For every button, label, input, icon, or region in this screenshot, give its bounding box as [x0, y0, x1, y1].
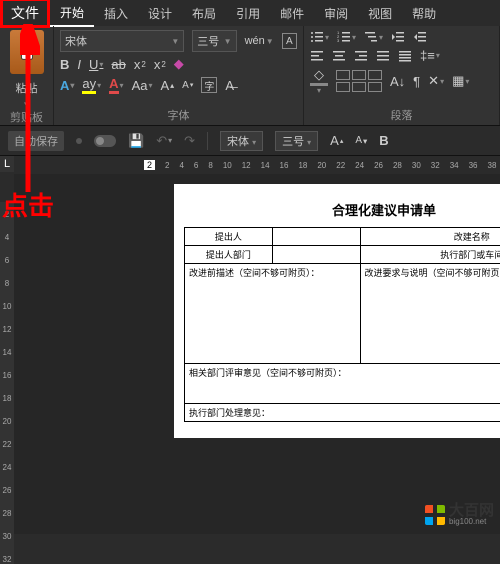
v-ruler-ticks: 2468101214161820222426283032	[0, 202, 14, 564]
paste-caret-icon[interactable]: ▼	[23, 100, 31, 109]
menu-file[interactable]: 文件	[0, 0, 50, 28]
align-left-button[interactable]	[310, 49, 324, 63]
svg-text:3: 3	[337, 38, 340, 43]
menu-home[interactable]: 开始	[50, 0, 94, 27]
show-marks-button[interactable]: ¶	[413, 74, 420, 89]
watermark-url: big100.net	[449, 518, 494, 526]
document-canvas[interactable]: 合理化建议申请单 提出人 改建名称 提出人部门 执行部门或车间 改进前描述（空间…	[14, 174, 500, 534]
menu-insert[interactable]: 插入	[94, 1, 138, 26]
text-effects-a-button[interactable]: A▾	[60, 78, 74, 93]
menu-help[interactable]: 帮助	[402, 1, 446, 26]
italic-button[interactable]: I	[77, 57, 81, 72]
cell-proposer-value[interactable]	[272, 228, 360, 246]
watermark-name: 大百网	[449, 503, 494, 518]
qat-font-combo[interactable]: 宋体 ▾	[220, 131, 263, 151]
undo-button[interactable]: ↶▾	[156, 133, 172, 149]
enclose-char-button[interactable]: 字	[201, 77, 217, 93]
bold-button[interactable]: B	[60, 57, 69, 72]
autosave-label: 自动保存	[8, 131, 64, 151]
cell-req-desc[interactable]: 改进要求与说明（空间不够可附页）：	[360, 264, 500, 364]
highlight-button[interactable]: ay▾	[82, 76, 101, 94]
grow-font-button[interactable]: A▴	[160, 78, 174, 93]
indent-button[interactable]	[413, 30, 427, 44]
qat-size-combo[interactable]: 三号 ▾	[275, 131, 318, 151]
status-dot-icon	[76, 138, 82, 144]
line-spacing-button[interactable]: ‡≡▾	[420, 48, 440, 63]
borders-dropdown[interactable]: ▦▾	[452, 73, 469, 89]
paste-label: 粘贴	[16, 80, 38, 96]
multilevel-button[interactable]: ▾	[364, 30, 383, 44]
snap-grid-button[interactable]: ✕▾	[428, 73, 444, 89]
form-table[interactable]: 提出人 改建名称 提出人部门 执行部门或车间 改进前描述（空间不够可附页）： 改…	[184, 227, 500, 422]
watermark-logo-icon	[425, 505, 445, 525]
annotation-click-label: 点击	[2, 186, 54, 223]
cell-exec-label[interactable]: 执行部门或车间	[360, 246, 500, 264]
subscript-button[interactable]: x2	[134, 57, 146, 72]
superscript-button[interactable]: x2	[154, 57, 166, 72]
cell-name-label[interactable]: 改建名称	[360, 228, 500, 246]
qat-bold[interactable]: B	[379, 133, 388, 148]
sort-button[interactable]: A↓	[390, 74, 405, 89]
menu-layout[interactable]: 布局	[182, 1, 226, 26]
ribbon: 粘贴 ▼ 剪贴板 宋体▼ 三号▼ wén▼ A B I U▾ ab x2 x2 …	[0, 26, 500, 126]
char-border-button[interactable]: A	[282, 33, 297, 49]
align-distribute-button[interactable]	[398, 49, 412, 63]
redo-button[interactable]: ↷	[184, 133, 195, 149]
watermark: 大百网 big100.net	[425, 503, 494, 526]
quick-access-toolbar: 自动保存 💾 ↶▾ ↷ 宋体 ▾ 三号 ▾ A▴ A▾ B	[0, 126, 500, 156]
shading-button[interactable]: ◇▾	[310, 67, 328, 95]
phonetic-guide-button[interactable]: wén▼	[245, 35, 274, 47]
menu-review[interactable]: 审阅	[314, 1, 358, 26]
font-color-button[interactable]: A▾	[109, 76, 123, 94]
cell-dept-value[interactable]	[272, 246, 360, 264]
save-button[interactable]: 💾	[128, 133, 144, 149]
underline-button[interactable]: U▾	[89, 57, 103, 72]
menu-design[interactable]: 设计	[138, 1, 182, 26]
clear-format-button[interactable]: A̶	[225, 78, 234, 93]
strike-button[interactable]: ab	[111, 57, 125, 72]
text-effects-button[interactable]: ◆	[174, 56, 184, 72]
cell-exec-opinion[interactable]: 执行部门处理意见：	[185, 404, 500, 422]
align-justify-button[interactable]	[376, 49, 390, 63]
menu-ref[interactable]: 引用	[226, 1, 270, 26]
char-shading-button[interactable]: Aa▾	[132, 78, 153, 93]
outdent-button[interactable]	[391, 30, 405, 44]
numbering-button[interactable]: 123▾	[337, 30, 356, 44]
document-page[interactable]: 合理化建议申请单 提出人 改建名称 提出人部门 执行部门或车间 改进前描述（空间…	[174, 184, 500, 438]
font-name-combo[interactable]: 宋体▼	[60, 30, 184, 52]
font-group-label: 字体	[60, 107, 297, 123]
bullets-button[interactable]: ▾	[310, 30, 329, 44]
cell-dept-label[interactable]: 提出人部门	[185, 246, 273, 264]
clipboard-group-label: 剪贴板	[6, 109, 47, 125]
paragraph-group-label: 段落	[310, 107, 493, 123]
ruler-marker[interactable]: 2	[144, 160, 155, 170]
paste-button[interactable]	[10, 30, 44, 74]
cell-before-desc[interactable]: 改进前描述（空间不够可附页）：	[185, 264, 361, 364]
cell-review[interactable]: 相关部门评审意见（空间不够可附页）：	[185, 364, 500, 404]
separator	[207, 132, 208, 150]
shrink-font-button[interactable]: A▾	[182, 80, 193, 91]
align-right-button[interactable]	[354, 49, 368, 63]
autosave-toggle[interactable]	[94, 135, 116, 147]
horizontal-ruler: 2 2468101214161820222426283032343638404	[14, 156, 500, 174]
menu-mail[interactable]: 邮件	[270, 1, 314, 26]
qat-grow-font[interactable]: A▴	[330, 133, 343, 148]
ruler-corner: L	[0, 156, 14, 172]
align-center-button[interactable]	[332, 49, 346, 63]
font-size-combo[interactable]: 三号▼	[192, 30, 236, 52]
menu-view[interactable]: 视图	[358, 1, 402, 26]
doc-title[interactable]: 合理化建议申请单	[184, 200, 500, 219]
borders-button[interactable]	[336, 70, 382, 92]
cell-proposer-label[interactable]: 提出人	[185, 228, 273, 246]
qat-shrink-font[interactable]: A▾	[355, 135, 367, 146]
